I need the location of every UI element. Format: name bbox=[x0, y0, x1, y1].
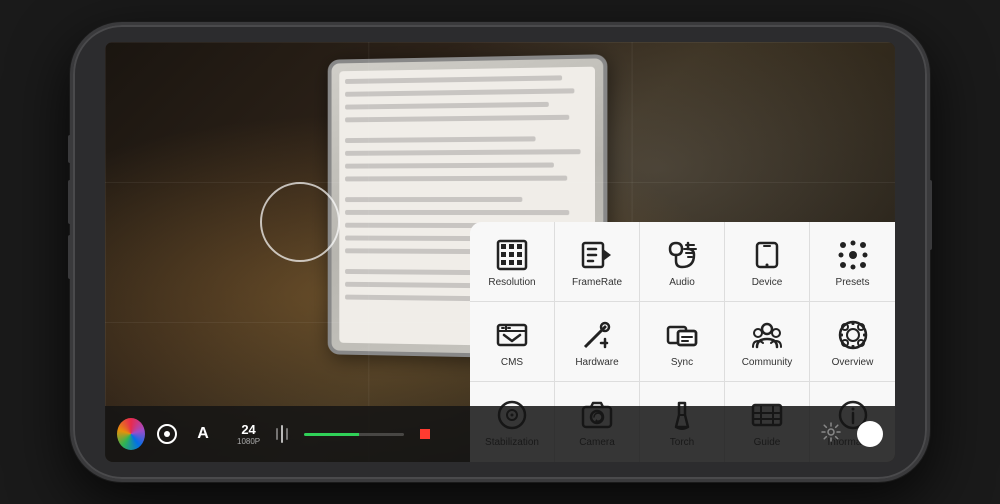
menu-item-resolution[interactable]: Resolution bbox=[470, 222, 555, 302]
phone-container: Resolution FrameRate bbox=[40, 12, 960, 492]
volume-down-button[interactable] bbox=[68, 235, 72, 279]
menu-item-audio[interactable]: Audio bbox=[640, 222, 725, 302]
bottom-toolbar: A 24 1080P bbox=[105, 406, 895, 462]
progress-bar bbox=[304, 433, 404, 436]
focus-button[interactable] bbox=[153, 420, 181, 448]
phone-body: Resolution FrameRate bbox=[70, 22, 930, 482]
volume-up-button[interactable] bbox=[68, 180, 72, 224]
focus-circle bbox=[260, 182, 340, 262]
hardware-label: Hardware bbox=[575, 357, 618, 369]
audio-label: Audio bbox=[669, 277, 695, 289]
menu-item-device[interactable]: Device bbox=[725, 222, 810, 302]
mute-button[interactable] bbox=[68, 135, 72, 163]
device-icon bbox=[749, 237, 785, 273]
menu-item-cms[interactable]: CMS bbox=[470, 302, 555, 382]
cms-label: CMS bbox=[501, 357, 523, 369]
cms-icon bbox=[494, 317, 530, 353]
framerate-label: FrameRate bbox=[572, 277, 622, 289]
hardware-icon bbox=[579, 317, 615, 353]
screen: Resolution FrameRate bbox=[105, 42, 895, 462]
resolution-label: Resolution bbox=[488, 277, 535, 289]
menu-item-presets[interactable]: Presets bbox=[810, 222, 895, 302]
record-indicator bbox=[420, 429, 430, 439]
siri-button[interactable] bbox=[117, 420, 145, 448]
community-label: Community bbox=[742, 357, 793, 369]
shutter-button[interactable] bbox=[857, 421, 883, 447]
power-button[interactable] bbox=[928, 180, 932, 250]
community-icon bbox=[749, 317, 785, 353]
overview-icon bbox=[835, 317, 871, 353]
menu-item-community[interactable]: Community bbox=[725, 302, 810, 382]
presets-label: Presets bbox=[836, 277, 870, 289]
resolution-icon bbox=[494, 237, 530, 273]
menu-item-overview[interactable]: Overview bbox=[810, 302, 895, 382]
sync-label: Sync bbox=[671, 357, 693, 369]
menu-item-sync[interactable]: Sync bbox=[640, 302, 725, 382]
device-label: Device bbox=[752, 277, 783, 289]
overview-label: Overview bbox=[832, 357, 874, 369]
settings-button[interactable] bbox=[821, 422, 841, 447]
menu-item-hardware[interactable]: Hardware bbox=[555, 302, 640, 382]
menu-item-framerate[interactable]: FrameRate bbox=[555, 222, 640, 302]
auto-button[interactable]: A bbox=[189, 420, 217, 448]
sync-icon bbox=[664, 317, 700, 353]
fps-value: 24 bbox=[241, 422, 255, 437]
resolution-value: 1080P bbox=[237, 437, 260, 446]
framerate-icon bbox=[579, 237, 615, 273]
presets-icon bbox=[835, 237, 871, 273]
audio-icon bbox=[664, 237, 700, 273]
